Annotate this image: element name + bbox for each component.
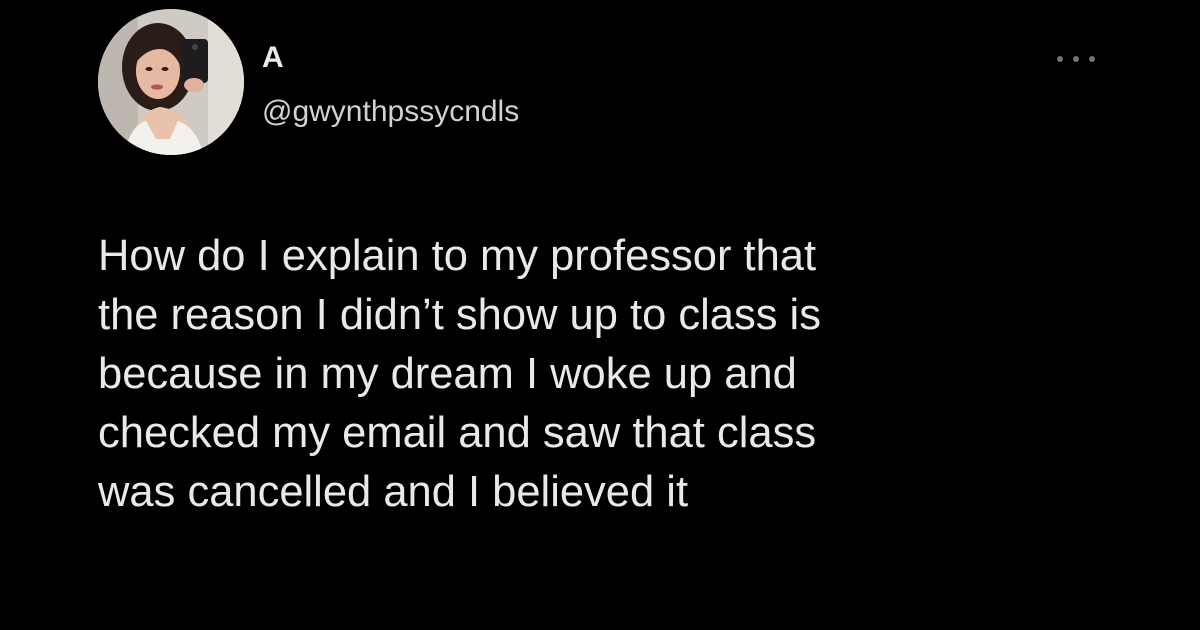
tweet-text-line: checked my email and saw that class xyxy=(98,409,817,457)
display-name[interactable]: A xyxy=(262,40,284,76)
user-handle[interactable]: @gwynthpssycndls xyxy=(262,94,519,130)
tweet-text-line: How do I explain to my professor that xyxy=(98,232,817,280)
tweet-text-line: because in my dream I woke up and xyxy=(98,350,797,398)
tweet-text: How do I explain to my professor that th… xyxy=(98,227,1128,522)
tweet-card: A @gwynthpssycndls How do I explain to m… xyxy=(0,0,1200,630)
tweet-text-line: the reason I didn’t show up to class is xyxy=(98,291,821,339)
more-options-icon xyxy=(1057,56,1095,62)
avatar[interactable] xyxy=(98,9,244,155)
tweet-text-line: was cancelled and I believed it xyxy=(98,468,689,516)
more-options-button[interactable] xyxy=(1050,44,1102,74)
avatar-photo-icon xyxy=(98,9,244,155)
